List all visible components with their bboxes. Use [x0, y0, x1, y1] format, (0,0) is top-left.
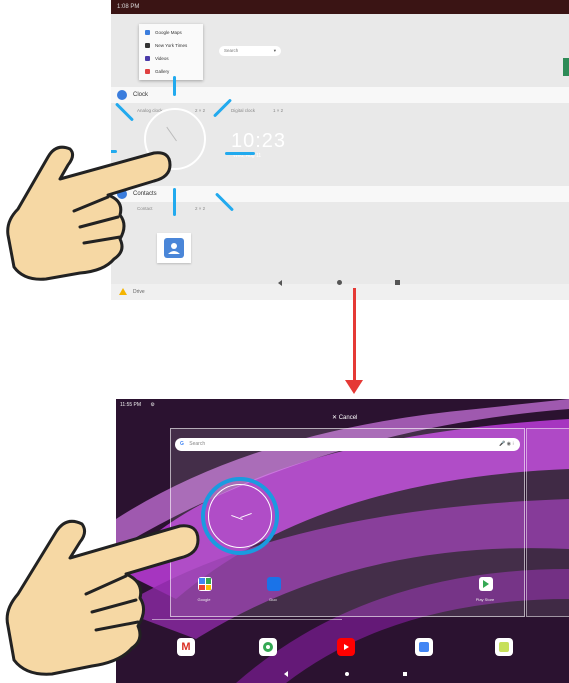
minute-hand [240, 512, 252, 519]
pointing-hand-icon [5, 519, 200, 676]
highlight-ray [173, 76, 176, 96]
google-g-icon: G [180, 441, 184, 447]
widget-menu-item[interactable]: Videos [139, 52, 203, 65]
widget-search-field[interactable]: Search ▾ [219, 46, 281, 56]
duo-label: Duo [269, 597, 277, 602]
transition-arrow [353, 288, 356, 384]
widget-menu-item[interactable]: Gallery [139, 65, 203, 78]
analog-clock-widget-selected[interactable] [201, 477, 279, 555]
videos-icon [145, 56, 150, 61]
youtube-icon[interactable] [337, 638, 355, 656]
search-pill-label: Search [224, 48, 239, 53]
widget-shortcut-menu: Google Maps New York Times Videos Galler… [139, 24, 203, 80]
settings-gear-icon: ⚙ [150, 402, 155, 408]
widget-menu-item[interactable]: New York Times [139, 39, 203, 52]
pointing-hand-icon [6, 145, 172, 281]
clock-section-title: Clock [133, 92, 149, 98]
bottom-status-time: 11:55 PM [120, 402, 142, 408]
drive-label: Drive [133, 289, 145, 295]
mic-lens-icons: 🎤 ◉ ⁝ [499, 441, 514, 447]
widget-menu-label: Gallery [155, 69, 170, 74]
cancel-button[interactable]: ✕ Cancel [332, 414, 357, 421]
clock-sub-right: Digital clock [231, 108, 256, 113]
chrome-icon[interactable] [259, 638, 277, 656]
widget-menu-label: New York Times [155, 43, 188, 48]
top-status-bar: 1:08 PM [111, 0, 569, 14]
photos-icon[interactable] [415, 638, 433, 656]
digital-clock-time: 10:23 [231, 130, 287, 152]
clock-sub-right-size: 1 × 2 [273, 108, 284, 113]
home-nav-icon[interactable] [345, 672, 349, 676]
highlight-ray [225, 152, 255, 155]
play-store-icon [479, 577, 493, 591]
news-icon [145, 43, 150, 48]
clock-sub-left-size: 2 × 2 [195, 108, 206, 113]
search-placeholder: Search [189, 441, 206, 447]
cancel-label: Cancel [338, 415, 358, 421]
widget-menu-label: Google Maps [155, 30, 182, 35]
bottom-status-bar: 11:55 PM ⚙ [116, 399, 569, 411]
back-nav-icon[interactable] [278, 280, 282, 286]
top-navigation-bar [111, 284, 569, 300]
recents-nav-icon[interactable] [403, 672, 407, 676]
home-nav-icon[interactable] [337, 280, 342, 285]
google-search-bar[interactable]: G Search 🎤 ◉ ⁝ [175, 438, 520, 451]
clock-section-header[interactable]: Clock [111, 87, 569, 103]
top-status-time: 1:08 PM [117, 4, 140, 10]
highlight-ray [114, 102, 135, 122]
next-page-preview[interactable] [526, 428, 569, 617]
clock-face [208, 484, 272, 548]
widget-menu-label: Videos [155, 56, 169, 61]
maps-icon [145, 30, 150, 35]
contacts-section-header[interactable]: Contacts [111, 186, 569, 202]
clock-icon [117, 90, 127, 100]
back-nav-icon[interactable] [284, 671, 288, 677]
arrow-head [345, 380, 363, 394]
close-icon: ✕ [332, 415, 339, 421]
widget-menu-item[interactable]: Google Maps [139, 26, 203, 39]
play-store-label: Play Store [475, 597, 495, 602]
gallery-icon [145, 69, 150, 74]
chevron-down-icon: ▾ [273, 48, 276, 53]
contacts-sub-size: 2 × 2 [195, 206, 206, 211]
duo-icon [267, 577, 281, 591]
recents-nav-icon[interactable] [395, 280, 400, 285]
side-accent [563, 58, 569, 76]
top-screenshot: 1:08 PM Google Maps New York Times Video… [111, 0, 569, 300]
gallery-app-icon[interactable] [495, 638, 513, 656]
